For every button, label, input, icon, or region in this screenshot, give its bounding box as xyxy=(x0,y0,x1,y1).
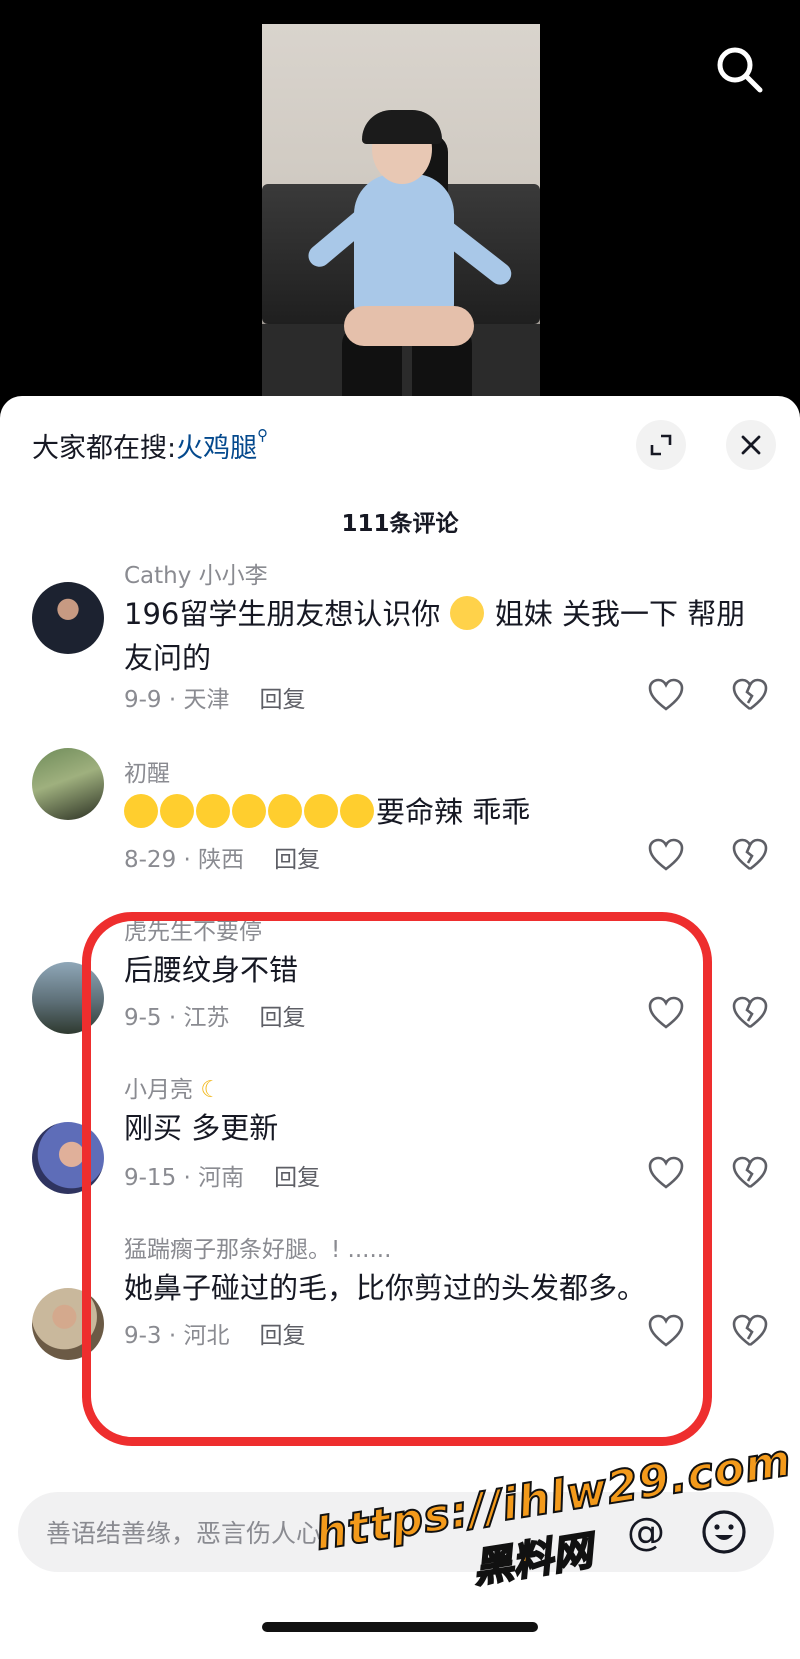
video-frame[interactable] xyxy=(262,24,540,420)
comment-meta: 9-9 · 天津 回复 xyxy=(124,680,306,714)
home-indicator xyxy=(262,1622,538,1632)
kiss-emoji-icon xyxy=(304,794,338,828)
heart-eyes-emoji-icon xyxy=(196,794,230,828)
reply-button[interactable]: 回复 xyxy=(274,847,320,873)
crying-emoji-icon xyxy=(449,596,484,630)
comment-text-part: 196留学生朋友想认识你 xyxy=(124,597,441,631)
expand-icon xyxy=(650,434,672,456)
watermark: https://ihlw29.com 黑料网 xyxy=(311,1434,800,1618)
video-figure-cap xyxy=(362,110,442,144)
small-search-icon: ⚲ xyxy=(257,426,269,444)
comment-text[interactable]: 196留学生朋友想认识你 姐妹 关我一下 帮朋友问的 xyxy=(124,592,754,680)
comment-count: 111条评论 xyxy=(341,511,459,537)
avatar[interactable] xyxy=(32,582,104,654)
comment-text[interactable]: 要命辣 乖乖 xyxy=(124,790,754,834)
highlight-annotation xyxy=(82,912,712,1446)
dislike-heart-icon[interactable] xyxy=(732,838,768,872)
video-player[interactable] xyxy=(0,0,800,420)
heart-eyes-emoji-icon xyxy=(124,794,158,828)
expand-button[interactable] xyxy=(636,420,686,470)
like-heart-icon[interactable] xyxy=(648,838,684,872)
dislike-heart-icon[interactable] xyxy=(732,996,768,1030)
like-heart-icon[interactable] xyxy=(648,678,684,712)
kiss-emoji-icon xyxy=(268,794,302,828)
reply-button[interactable]: 回复 xyxy=(260,687,306,713)
comment-date-location: 8-29 · 陕西 xyxy=(124,847,245,873)
dislike-heart-icon[interactable] xyxy=(732,1314,768,1348)
comment-text-part: 要命辣 乖乖 xyxy=(376,795,531,829)
avatar[interactable] xyxy=(32,748,104,820)
comment-meta: 8-29 · 陕西 回复 xyxy=(124,840,320,874)
hot-search-keyword[interactable]: 火鸡腿 xyxy=(176,433,257,464)
dislike-heart-icon[interactable] xyxy=(732,1156,768,1190)
kiss-emoji-icon xyxy=(340,794,374,828)
dislike-heart-icon[interactable] xyxy=(732,678,768,712)
comment-sheet: 大家都在搜:火鸡腿⚲ 111条评论 Cathy 小小李 196留学生朋友想认识你… xyxy=(0,396,800,1659)
close-button[interactable] xyxy=(726,420,776,470)
video-figure-thigh xyxy=(344,306,474,346)
heart-eyes-emoji-icon xyxy=(160,794,194,828)
hot-search-label: 大家都在搜: xyxy=(32,433,177,464)
comment-date-location: 9-9 · 天津 xyxy=(124,687,230,713)
heart-eyes-emoji-icon xyxy=(232,794,266,828)
comment-username[interactable]: 初醒 xyxy=(124,754,170,788)
search-button[interactable] xyxy=(710,40,770,100)
hot-search-bar[interactable]: 大家都在搜:火鸡腿⚲ xyxy=(32,426,268,465)
search-icon xyxy=(717,47,763,93)
close-icon xyxy=(741,435,761,455)
comment-username[interactable]: Cathy 小小李 xyxy=(124,556,268,590)
